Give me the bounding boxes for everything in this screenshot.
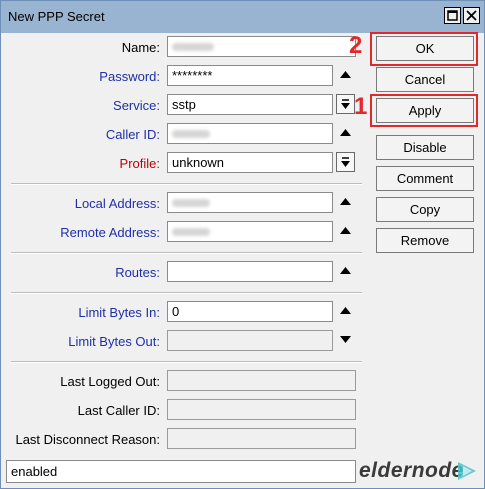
local-address-label: Local Address: xyxy=(74,196,160,211)
disable-button[interactable]: Disable xyxy=(376,135,474,160)
window-title: New PPP Secret xyxy=(8,9,105,24)
profile-label: Profile: xyxy=(119,156,160,171)
separator xyxy=(11,183,362,185)
eldernode-logo-text: eldernode xyxy=(359,459,464,482)
remote-address-input[interactable] xyxy=(167,221,333,242)
play-arrow-icon xyxy=(458,462,476,480)
caller-id-collapse-triangle-up-icon[interactable] xyxy=(336,123,355,143)
last-disconnect-reason-field xyxy=(167,428,356,449)
password-label: Password: xyxy=(99,69,160,84)
ok-highlight-box xyxy=(370,32,478,66)
password-value: ******** xyxy=(172,68,213,83)
remote-address-collapse-triangle-up-icon[interactable] xyxy=(336,221,355,241)
profile-select[interactable]: unknown xyxy=(167,152,333,173)
local-address-collapse-triangle-up-icon[interactable] xyxy=(336,192,355,212)
limit-bytes-out-label: Limit Bytes Out: xyxy=(68,334,160,349)
service-label: Service: xyxy=(113,98,160,113)
caller-id-label: Caller ID: xyxy=(105,127,160,142)
routes-label: Routes: xyxy=(115,265,160,280)
apply-highlight-box xyxy=(370,94,478,127)
limit-bytes-out-expand-triangle-down-icon[interactable] xyxy=(336,330,355,350)
ppp-secret-window: New PPP Secret Name: Password: ******** … xyxy=(0,0,485,489)
last-logged-out-label: Last Logged Out: xyxy=(60,374,160,389)
name-input[interactable] xyxy=(167,36,356,57)
limit-bytes-out-input[interactable] xyxy=(167,330,333,351)
last-caller-id-label: Last Caller ID: xyxy=(77,403,160,418)
step-number-1: 1 xyxy=(354,93,368,120)
cancel-button[interactable]: Cancel xyxy=(376,67,474,92)
eldernode-logo: eldernode xyxy=(359,457,479,485)
service-dropdown-icon[interactable] xyxy=(336,94,355,114)
comment-button[interactable]: Comment xyxy=(376,166,474,191)
separator xyxy=(11,292,362,294)
remote-address-label: Remote Address: xyxy=(60,225,160,240)
limit-bytes-in-input[interactable]: 0 xyxy=(167,301,333,322)
limit-bytes-in-value: 0 xyxy=(172,304,180,319)
step-number-2: 2 xyxy=(349,32,363,59)
separator xyxy=(11,252,362,254)
last-caller-id-field xyxy=(167,399,356,420)
title-bar[interactable]: New PPP Secret xyxy=(1,1,484,33)
service-select[interactable]: sstp xyxy=(167,94,333,115)
name-label: Name: xyxy=(121,40,160,55)
last-disconnect-reason-label: Last Disconnect Reason: xyxy=(15,432,160,447)
service-value: sstp xyxy=(172,97,196,112)
copy-button[interactable]: Copy xyxy=(376,197,474,222)
status-text: enabled xyxy=(11,464,58,479)
maximize-icon[interactable] xyxy=(444,7,461,24)
status-bar: enabled xyxy=(6,460,356,483)
profile-dropdown-icon[interactable] xyxy=(336,152,355,172)
caller-id-input[interactable] xyxy=(167,123,333,144)
profile-value: unknown xyxy=(172,155,225,170)
password-input[interactable]: ******** xyxy=(167,65,333,86)
separator xyxy=(11,361,362,363)
close-icon[interactable] xyxy=(463,7,480,24)
remove-button[interactable]: Remove xyxy=(376,228,474,253)
last-logged-out-field xyxy=(167,370,356,391)
limit-bytes-in-collapse-triangle-up-icon[interactable] xyxy=(336,301,355,321)
local-address-input[interactable] xyxy=(167,192,333,213)
routes-input[interactable] xyxy=(167,261,333,282)
routes-collapse-triangle-up-icon[interactable] xyxy=(336,261,355,281)
limit-bytes-in-label: Limit Bytes In: xyxy=(78,305,160,320)
password-collapse-triangle-up-icon[interactable] xyxy=(336,65,355,85)
